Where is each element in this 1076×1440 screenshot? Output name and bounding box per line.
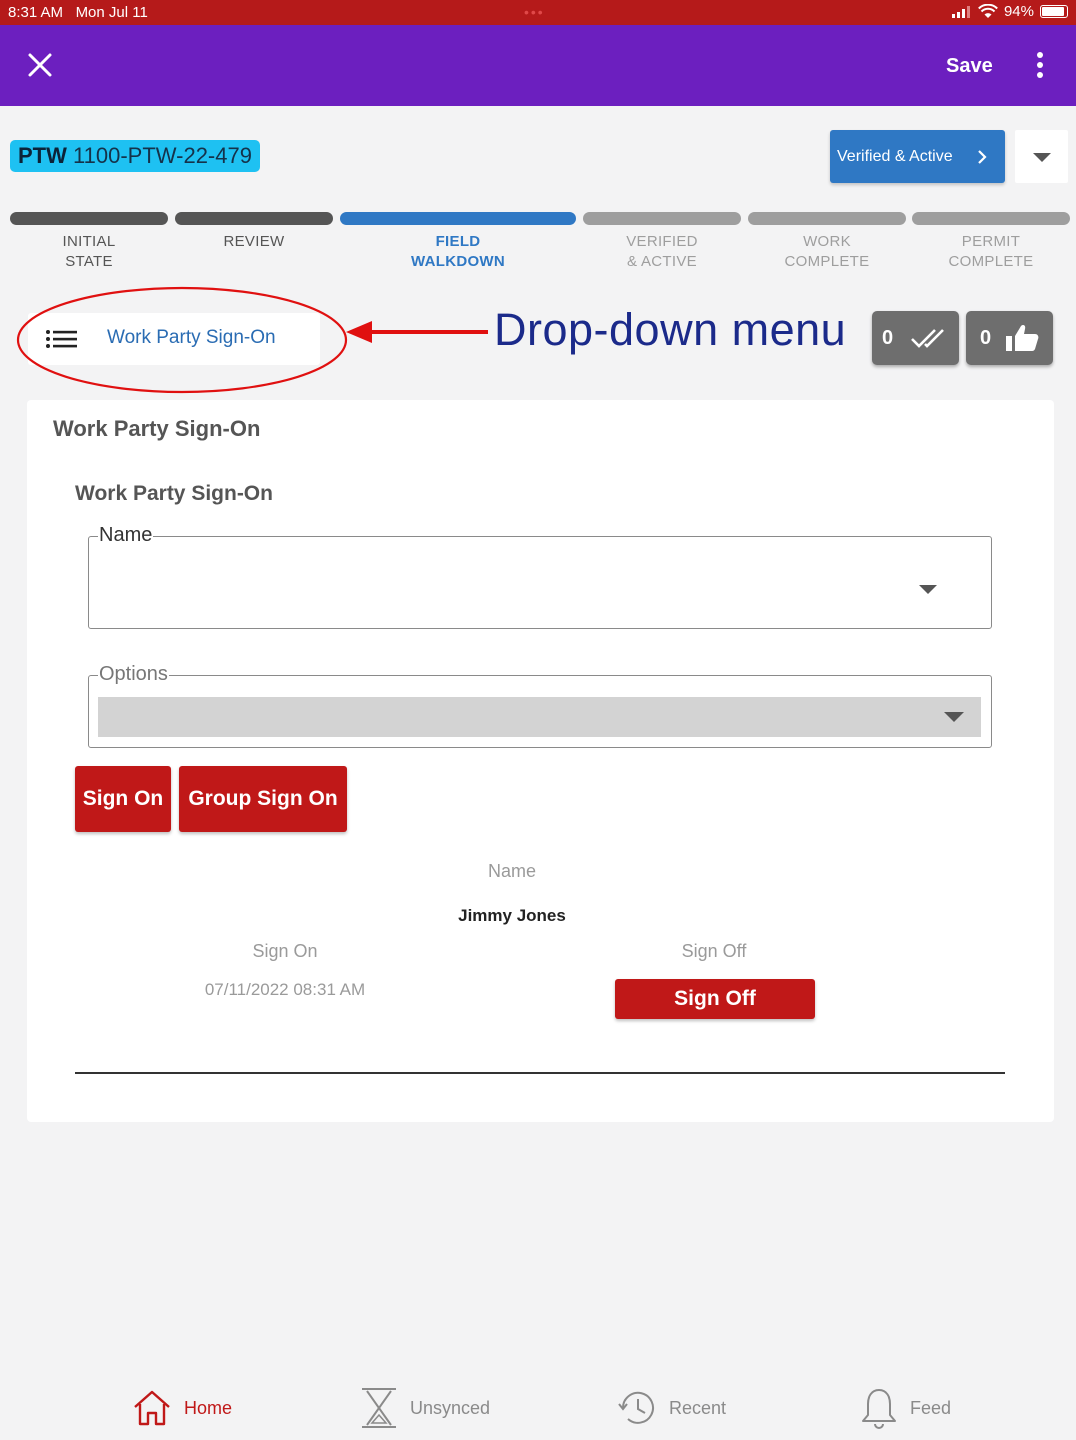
step-label-initial[interactable]: INITIAL STATE	[10, 232, 168, 272]
chevron-right-icon	[978, 150, 987, 164]
sign-off-button[interactable]: Sign Off	[615, 979, 815, 1019]
table-divider	[75, 1072, 1005, 1074]
more-options-icon[interactable]	[1030, 51, 1050, 81]
hourglass-icon	[362, 1388, 396, 1428]
permit-number-badge: PTW 1100-PTW-22-479	[10, 140, 260, 172]
step-label-verified-active[interactable]: VERIFIED & ACTIVE	[583, 232, 741, 272]
sign-on-timestamp: 07/11/2022 08:31 AM	[204, 980, 366, 999]
nav-home[interactable]: Home	[132, 1384, 232, 1432]
battery-icon	[1040, 5, 1068, 18]
card-subtitle: Work Party Sign-On	[75, 482, 273, 505]
step-bar-field-walkdown	[340, 212, 576, 225]
permit-number: 1100-PTW-22-479	[73, 143, 252, 168]
step-bar-verified-active	[583, 212, 741, 225]
step-bar-permit-complete	[912, 212, 1070, 225]
signed-on-name: Jimmy Jones	[458, 906, 566, 925]
annotation-label: Drop-down menu	[494, 304, 847, 355]
step-bar-review	[175, 212, 333, 225]
double-check-icon	[911, 329, 944, 348]
verify-count-button[interactable]: 0	[872, 311, 959, 365]
step-label-field-walkdown[interactable]: FIELD WALKDOWN	[340, 232, 576, 272]
annotation-ellipse	[16, 286, 348, 394]
save-button[interactable]: Save	[946, 55, 993, 78]
nav-home-label: Home	[184, 1397, 233, 1418]
sign-on-button[interactable]: Sign On	[75, 766, 171, 832]
like-count: 0	[980, 327, 992, 349]
thumbs-up-icon	[1006, 325, 1039, 351]
advance-status-button[interactable]: Verified & Active	[830, 130, 1005, 183]
like-count-button[interactable]: 0	[966, 311, 1053, 365]
status-bar: 8:31 AM Mon Jul 11 ••• 94%	[0, 0, 1076, 25]
home-icon	[134, 1390, 170, 1426]
cellular-icon	[951, 5, 970, 18]
group-sign-on-button[interactable]: Group Sign On	[179, 766, 347, 832]
caret-down-icon	[944, 712, 964, 722]
verify-count: 0	[882, 327, 894, 349]
sign-off-column-header: Sign Off	[681, 941, 747, 961]
wifi-icon	[978, 4, 998, 18]
battery-percent: 94%	[1003, 3, 1034, 20]
step-bar-initial	[10, 212, 168, 225]
app-bar: Save	[0, 25, 1076, 106]
name-column-header: Name	[487, 861, 536, 881]
step-label-permit-complete[interactable]: PERMIT COMPLETE	[912, 232, 1070, 272]
status-dropdown-toggle[interactable]	[1015, 130, 1068, 183]
nav-unsynced-label: Unsynced	[410, 1397, 491, 1418]
close-icon[interactable]	[26, 51, 54, 79]
options-field[interactable]: Options	[88, 663, 992, 748]
step-label-review[interactable]: REVIEW	[175, 232, 333, 252]
options-field-legend: Options	[98, 663, 169, 686]
work-party-card	[27, 400, 1054, 1122]
multitask-dots[interactable]: •••	[524, 4, 545, 20]
nav-feed-label: Feed	[910, 1397, 952, 1418]
name-field-legend: Name	[98, 524, 154, 547]
nav-recent-label: Recent	[669, 1397, 727, 1418]
annotation-arrow	[346, 321, 488, 343]
card-title: Work Party Sign-On	[53, 416, 261, 441]
step-label-work-complete[interactable]: WORK COMPLETE	[748, 232, 906, 272]
nav-unsynced[interactable]: Unsynced	[360, 1384, 490, 1432]
step-bar-work-complete	[748, 212, 906, 225]
nav-feed[interactable]: Feed	[860, 1384, 951, 1432]
bell-icon	[862, 1389, 896, 1429]
nav-recent[interactable]: Recent	[617, 1384, 726, 1432]
name-field[interactable]: Name	[88, 524, 992, 629]
permit-prefix: PTW	[18, 143, 67, 168]
options-select[interactable]	[98, 697, 981, 737]
caret-down-icon	[1033, 153, 1051, 162]
caret-down-icon	[919, 585, 937, 594]
status-button-label: Verified & Active	[837, 147, 953, 165]
sign-on-column-header: Sign On	[252, 941, 318, 961]
status-time: 8:31 AM Mon Jul 11	[8, 4, 148, 21]
history-icon	[618, 1391, 654, 1424]
